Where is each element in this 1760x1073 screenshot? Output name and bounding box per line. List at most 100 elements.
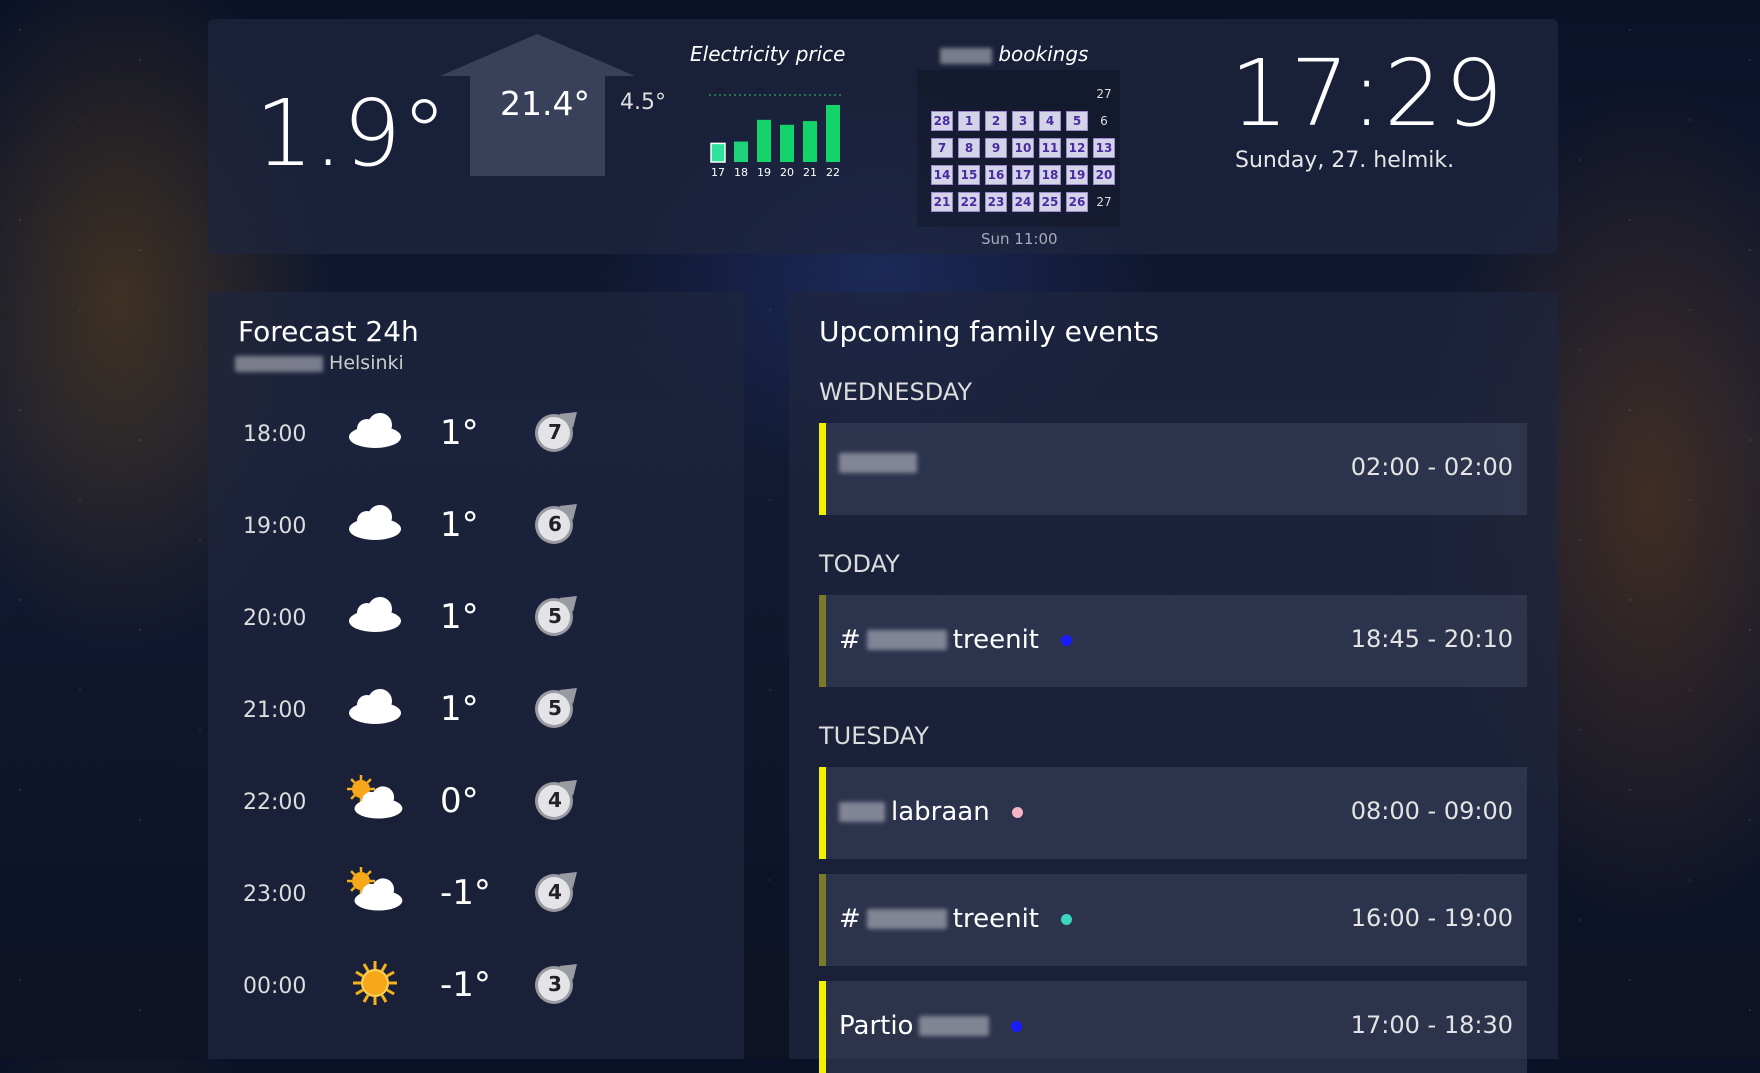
wind-speed-value: 5 xyxy=(548,604,562,628)
calendar-day-booked: 11 xyxy=(1039,138,1061,158)
wind-speed-badge: 5 xyxy=(533,686,577,730)
price-bar-22 xyxy=(826,104,840,162)
calendar-day xyxy=(1039,84,1061,104)
calendar-week-row: 14 15 16 17 18 19 20 xyxy=(931,165,1115,185)
calendar-day-booked: 23 xyxy=(985,192,1007,212)
event-name: Partio xyxy=(839,1011,1023,1041)
calendar-day-booked: 22 xyxy=(958,192,980,212)
calendar-day-booked: 15 xyxy=(958,165,980,185)
calendar-day-booked: 7 xyxy=(931,138,953,158)
calendar-day-booked: 21 xyxy=(931,192,953,212)
calendar-day-booked: 25 xyxy=(1039,192,1061,212)
wind-speed-value: 5 xyxy=(548,696,562,720)
event-item[interactable]: # treenit 18:45 - 20:10 xyxy=(819,595,1527,687)
cloud-icon xyxy=(349,597,401,632)
calendar-day-booked: 8 xyxy=(958,138,980,158)
calendar-day: 6 xyxy=(1100,114,1108,128)
wind-speed-value: 6 xyxy=(548,512,562,536)
wind-speed-badge: 6 xyxy=(533,502,577,546)
calendar-day-booked: 18 xyxy=(1039,165,1061,185)
wind-speed-badge: 5 xyxy=(533,594,577,638)
electricity-price-title: Electricity price xyxy=(690,42,846,66)
calendar-day-booked: 17 xyxy=(1012,165,1034,185)
forecast-temperature: -1° xyxy=(440,873,491,913)
forecast-time: 20:00 xyxy=(243,606,307,631)
forecast-temperature: 1° xyxy=(440,597,479,637)
event-item[interactable]: # treenit 16:00 - 19:00 xyxy=(819,874,1527,966)
event-color-bar xyxy=(819,423,826,515)
event-name-prefix: # xyxy=(839,625,861,655)
bookings-title: bookings xyxy=(940,42,1088,66)
event-name-text: labraan xyxy=(891,797,990,827)
forecast-time: 21:00 xyxy=(243,698,307,723)
calendar-day-booked: 28 xyxy=(931,111,953,131)
event-item[interactable]: 02:00 - 02:00 xyxy=(819,423,1527,515)
event-time: 16:00 - 19:00 xyxy=(1350,904,1513,932)
clock: 17:29 xyxy=(1230,40,1506,147)
event-name-text: treenit xyxy=(952,625,1039,655)
wind-speed-badge: 4 xyxy=(533,778,577,822)
price-bar-18 xyxy=(734,141,748,162)
calendar-day-booked: 4 xyxy=(1039,111,1061,131)
event-item[interactable]: labraan 08:00 - 09:00 xyxy=(819,767,1527,859)
forecast-row: 22:00 0° 4 xyxy=(243,773,603,833)
forecast-row: 23:00 -1° 4 xyxy=(243,865,603,925)
sun-icon xyxy=(353,961,397,1005)
forecast-temperature: 1° xyxy=(440,505,479,545)
event-color-bar xyxy=(819,874,826,966)
forecast-temperature: 1° xyxy=(440,413,479,453)
price-hour-label: 17 xyxy=(711,166,725,179)
event-calendar-dot xyxy=(1011,806,1023,818)
event-day-heading: WEDNESDAY xyxy=(819,378,972,406)
calendar-day-booked: 16 xyxy=(985,165,1007,185)
secondary-temperature: 4.5° xyxy=(620,90,666,115)
forecast-row: 18:00 1° 7 xyxy=(243,405,603,465)
calendar-day-booked: 10 xyxy=(1012,138,1034,158)
wind-speed-badge: 4 xyxy=(533,870,577,914)
redacted-text xyxy=(919,1016,990,1036)
price-bar-17 xyxy=(710,142,726,163)
forecast-temperature: 1° xyxy=(440,689,479,729)
calendar-day-booked: 5 xyxy=(1066,111,1088,131)
calendar-day xyxy=(1066,84,1088,104)
event-time: 18:45 - 20:10 xyxy=(1350,625,1513,653)
calendar-day-booked: 20 xyxy=(1093,165,1115,185)
bookings-title-label: bookings xyxy=(998,42,1089,66)
price-hour-label: 22 xyxy=(826,166,840,179)
partly-cloudy-icon xyxy=(347,867,403,911)
calendar-day-booked: 24 xyxy=(1012,192,1034,212)
calendar-day xyxy=(931,84,953,104)
wind-speed-badge: 3 xyxy=(533,962,577,1006)
price-hour-label: 21 xyxy=(803,166,817,179)
forecast-row: 19:00 1° 6 xyxy=(243,497,603,557)
event-day-heading: TUESDAY xyxy=(819,722,929,750)
events-title: Upcoming family events xyxy=(819,315,1159,348)
forecast-location-name: Helsinki xyxy=(329,352,404,374)
redacted-text xyxy=(940,47,992,64)
outdoor-temperature: 1.9° xyxy=(255,80,448,187)
calendar-day: 27 xyxy=(1096,195,1112,209)
event-name xyxy=(839,453,917,473)
cloud-icon xyxy=(349,689,401,724)
event-time: 08:00 - 09:00 xyxy=(1350,797,1513,825)
calendar-day-booked: 26 xyxy=(1066,192,1088,212)
event-color-bar xyxy=(819,595,826,687)
calendar-day-booked: 1 xyxy=(958,111,980,131)
forecast-time: 19:00 xyxy=(243,514,307,539)
forecast-temperature: -1° xyxy=(440,965,491,1005)
event-calendar-dot xyxy=(1061,913,1072,925)
date-label: Sunday, 27. helmik. xyxy=(1235,148,1455,173)
calendar-day xyxy=(958,84,980,104)
cloud-icon xyxy=(349,505,401,540)
event-name: # treenit xyxy=(839,625,1072,655)
event-item[interactable]: Partio 17:00 - 18:30 xyxy=(819,981,1527,1073)
event-name-text: Partio xyxy=(839,1011,914,1041)
forecast-row: 20:00 1° 5 xyxy=(243,589,603,649)
calendar-day-booked: 12 xyxy=(1066,138,1088,158)
forecast-temperature: 0° xyxy=(440,781,479,821)
cloud-icon xyxy=(349,413,401,448)
electricity-price-chart: 17 18 19 20 21 22 xyxy=(709,94,841,179)
calendar-day-booked: 2 xyxy=(985,111,1007,131)
bookings-updated-time: Sun 11:00 xyxy=(981,230,1058,248)
price-bar-20 xyxy=(780,124,794,162)
